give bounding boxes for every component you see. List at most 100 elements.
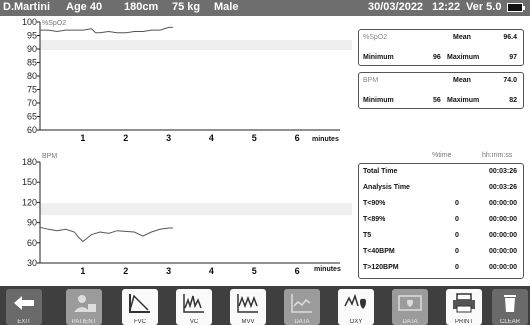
time-table-row: T5 0 00:00:00 — [363, 232, 519, 244]
time-pct-header: %time — [432, 152, 452, 159]
time-row-pct: 0 — [455, 200, 459, 207]
spo2-x-tick-label: 1 — [80, 133, 85, 143]
vc-button[interactable]: VC — [176, 289, 212, 325]
bpm-chart-label: BPM — [42, 153, 57, 160]
spo2-x-tick-label: 6 — [295, 133, 300, 143]
print-button[interactable]: PRINT — [446, 289, 482, 325]
patient-name: D.Martini — [3, 1, 51, 13]
fvc-label: FVC — [134, 319, 146, 325]
time-row-pct: 0 — [455, 264, 459, 271]
spo2-mean-value: 96.4 — [503, 34, 517, 41]
patient-header-bar: D.Martini Age 40 180cm 75 kg Male 30/03/… — [0, 0, 530, 16]
time-table-row: T<90% 0 00:00:00 — [363, 200, 519, 212]
spo2-min-value: 96 — [433, 54, 441, 61]
spo2-chart-label: %SpO2 — [42, 20, 66, 27]
bpm-mean-value: 74.0 — [503, 77, 517, 84]
spo2-y-tick-label: 65 — [27, 112, 37, 122]
oxy-button[interactable]: OXY — [338, 289, 374, 325]
bpm-min-value: 56 — [433, 97, 441, 104]
spo2-y-tick-label: 100 — [22, 17, 37, 27]
spo2-stats-title: %SpO2 — [363, 34, 388, 41]
data-button[interactable]: DATA — [392, 289, 428, 325]
clear-button[interactable]: CLEAR — [492, 289, 528, 325]
mvv-button[interactable]: MVV — [230, 289, 266, 325]
battery-icon — [507, 3, 525, 12]
spo2-y-tick-label: 80 — [27, 71, 37, 81]
spo2-y-tick-label: 60 — [27, 125, 37, 135]
time-row-hms: 00:00:00 — [488, 200, 517, 207]
bpm-chart: BPM 180 150 120 90 60 30 1 2 3 4 5 6 minutes — [22, 153, 352, 276]
data-chart-icon — [291, 294, 312, 313]
patient-add-icon — [74, 295, 96, 312]
time-row-hms: 00:00:00 — [488, 216, 517, 223]
time-table-row: T<40BPM 0 00:00:00 — [363, 248, 519, 260]
time-row-label: Total Time — [363, 168, 398, 175]
oxy-label: OXY — [349, 319, 363, 325]
print-label: PRINT — [455, 319, 473, 325]
fvc-button[interactable]: FVC — [122, 289, 158, 325]
bpm-y-tick-label: 120 — [22, 197, 37, 207]
test-time: 12:22 — [432, 1, 461, 13]
bpm-x-unit: minutes — [314, 266, 341, 273]
oximetry-heart-icon — [344, 293, 366, 309]
time-row-label: Analysis Time — [363, 184, 410, 191]
bpm-x-tick-label: 6 — [295, 266, 300, 276]
time-row-hms: 00:00:00 — [488, 248, 517, 255]
bpm-x-tick-label: 1 — [80, 266, 85, 276]
trash-icon — [504, 295, 516, 312]
data-heart-icon — [398, 295, 422, 311]
time-row-pct: 0 — [455, 216, 459, 223]
bpm-stats-box: BPM Mean 74.0 Minimum 56 Maximum 82 — [358, 72, 524, 109]
bpm-y-tick-label: 180 — [22, 157, 37, 167]
bpm-x-tick-label: 2 — [123, 266, 128, 276]
fvc-curve-icon — [129, 294, 150, 313]
printer-icon — [453, 293, 475, 313]
spo2-x-tick-label: 2 — [123, 133, 128, 143]
spo2-mean-label: Mean — [453, 34, 471, 41]
time-row-label: T<40BPM — [363, 248, 395, 255]
time-table-row: T>120BPM 0 00:00:00 — [363, 264, 519, 276]
spo2-trend-line — [40, 26, 173, 34]
patient-age: Age 40 — [66, 1, 103, 13]
exit-button[interactable]: EXIT — [6, 289, 42, 325]
time-table-row: Analysis Time 00:03:26 — [363, 184, 519, 196]
patient-weight: 75 kg — [172, 1, 201, 13]
time-row-hms: 00:00:00 — [488, 232, 517, 239]
spo2-min-label: Minimum — [363, 54, 394, 61]
data-label: DATA — [402, 319, 418, 325]
clear-label: CLEAR — [499, 319, 520, 325]
patient-sex: Male — [214, 1, 239, 13]
spo2-x-tick-label: 4 — [209, 133, 214, 143]
time-hms-header: hh:mm:ss — [482, 152, 513, 159]
data-disabled-label: DATA — [294, 319, 310, 325]
bpm-y-tick-label: 60 — [27, 238, 37, 248]
spo2-y-tick-label: 75 — [27, 85, 37, 95]
bpm-min-label: Minimum — [363, 97, 394, 104]
time-row-pct: 0 — [455, 232, 459, 239]
time-row-hms: 00:00:00 — [488, 264, 517, 271]
bpm-y-tick-label: 30 — [27, 258, 37, 268]
time-table-row: Total Time 00:03:26 — [363, 168, 519, 180]
spo2-x-tick-label: 3 — [166, 133, 171, 143]
patient-button[interactable]: PATIENT — [66, 289, 102, 325]
bpm-max-value: 82 — [509, 97, 517, 104]
bpm-x-tick-label: 4 — [209, 266, 214, 276]
time-table: Total Time 00:03:26 Analysis Time 00:03:26 T… — [358, 163, 524, 279]
bpm-stats-title: BPM — [363, 77, 379, 84]
time-table-row: T<89% 0 00:00:00 — [363, 216, 519, 228]
spo2-y-tick-label: 70 — [27, 98, 37, 108]
time-row-label: T>120BPM — [363, 264, 399, 271]
mvv-label: MVV — [241, 319, 255, 325]
spo2-max-label: Maximum — [447, 54, 480, 61]
spo2-chart: %SpO2 100 95 90 85 80 75 70 65 60 1 2 3 4 5 6 minutes — [22, 17, 352, 143]
time-row-pct: 0 — [455, 248, 459, 255]
spo2-x-unit: minutes — [312, 136, 339, 143]
spo2-stats-box: %SpO2 Mean 96.4 Minimum 96 Maximum 97 — [358, 29, 524, 66]
spo2-max-value: 97 — [509, 54, 517, 61]
time-row-label: T<89% — [363, 216, 386, 223]
spo2-reference-band — [40, 40, 352, 50]
data-button-disabled[interactable]: DATA — [284, 289, 320, 325]
spo2-y-tick-label: 95 — [27, 31, 37, 41]
time-row-hms: 00:03:26 — [488, 184, 517, 191]
bpm-y-tick-label: 90 — [27, 218, 37, 228]
